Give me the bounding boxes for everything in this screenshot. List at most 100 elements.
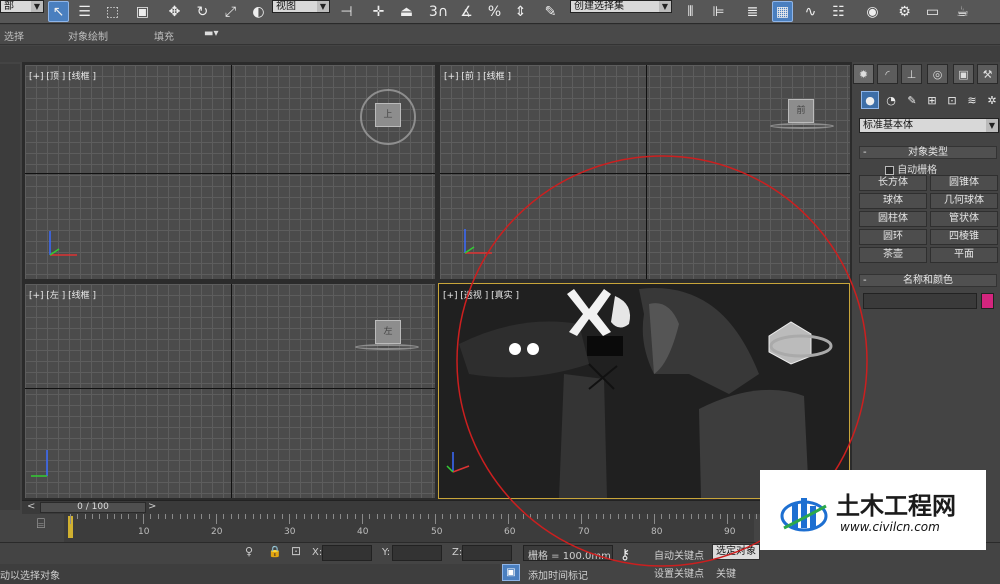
keyboard-shortcut-icon[interactable]: ⏏ — [396, 1, 417, 22]
view-ref-icon[interactable]: ◐ — [248, 1, 269, 22]
ribbon-options-icon[interactable]: ▬▾ — [204, 28, 218, 39]
align-icon[interactable]: ⊫ — [708, 1, 729, 22]
reference-coord-dropdown[interactable]: 视图 ▼ — [272, 0, 330, 13]
viewport-perspective[interactable]: [+] [透视 ] [真实 ] — [438, 283, 850, 499]
render-frame-icon[interactable]: ▭ — [922, 1, 943, 22]
percent-snap-icon[interactable]: % — [484, 1, 505, 22]
object-name-input[interactable] — [863, 293, 977, 309]
graphite-icon[interactable]: ▦ — [772, 1, 793, 22]
track-tick — [77, 514, 79, 519]
window-crossing-icon[interactable]: ▣ — [132, 1, 153, 22]
key-filters-button[interactable]: 关键 — [716, 565, 736, 580]
object-color-swatch[interactable] — [981, 293, 994, 309]
utilities-tab-icon[interactable]: ⚒ — [977, 64, 998, 84]
layer-icon[interactable]: ≣ — [742, 1, 763, 22]
left-tool-strip[interactable] — [0, 64, 20, 510]
time-slider-thumb[interactable]: 0 / 100 — [40, 502, 146, 513]
shapes-icon[interactable]: ◔ — [882, 91, 900, 109]
angle-snap-icon[interactable]: ∡ — [456, 1, 477, 22]
select-arrow-icon[interactable]: ↖ — [48, 1, 69, 22]
time-slider[interactable]: < 0 / 100 > — [22, 500, 852, 514]
rect-region-icon[interactable]: ⬚ — [102, 1, 123, 22]
named-selection-dropdown[interactable]: 创建选择集 ▼ — [570, 0, 672, 13]
hierarchy-tab-icon[interactable]: ⊥ — [901, 64, 922, 84]
track-tick — [675, 514, 677, 519]
viewcube-icon[interactable]: 左 — [375, 320, 401, 344]
box-button[interactable]: 长方体 — [859, 175, 927, 191]
cameras-icon[interactable]: ⊞ — [923, 91, 941, 109]
curve-editor-icon[interactable]: ∿ — [800, 1, 821, 22]
ribbon-tab-populate[interactable]: 填充 — [154, 28, 174, 43]
viewcube-icon[interactable]: 上 — [375, 103, 401, 127]
teapot-button[interactable]: 茶壶 — [859, 247, 927, 263]
helpers-icon[interactable]: ⊡ — [943, 91, 961, 109]
move-icon[interactable]: ✥ — [164, 1, 185, 22]
viewport-left-label[interactable]: [+] [左 ] [线框 ] — [29, 288, 96, 301]
cylinder-button[interactable]: 圆柱体 — [859, 211, 927, 227]
object-type-rollout-header[interactable]: - 对象类型 — [859, 146, 997, 159]
ribbon-tab-object-paint[interactable]: 对象绘制 — [68, 28, 108, 43]
ribbon-tab-select[interactable]: 选择 — [4, 28, 24, 43]
display-tab-icon[interactable]: ▣ — [953, 64, 974, 84]
viewport-front-label[interactable]: [+] [前 ] [线框 ] — [444, 69, 511, 82]
set-key-mode-icon[interactable]: ⚷ — [620, 547, 630, 563]
track-tick — [515, 514, 517, 519]
render-icon[interactable]: ☕ — [952, 1, 973, 22]
x-coordinate-field[interactable] — [322, 545, 372, 561]
spinner-snap-icon[interactable]: ⇕ — [510, 1, 531, 22]
schematic-icon[interactable]: ☷ — [828, 1, 849, 22]
spacewarps-icon[interactable]: ≋ — [963, 91, 981, 109]
track-tick — [70, 514, 71, 524]
selected-dropdown[interactable]: 选定对象 — [712, 544, 760, 560]
time-tag-icon[interactable]: ▣ — [502, 564, 520, 581]
z-coordinate-field[interactable] — [462, 545, 512, 561]
name-color-rollout-header[interactable]: - 名称和颜色 — [859, 274, 997, 287]
sphere-button[interactable]: 球体 — [859, 193, 927, 209]
add-time-tag-button[interactable]: 添加时间标记 — [528, 567, 588, 582]
scale-icon[interactable]: ⤢ — [220, 1, 241, 22]
isolate-icon[interactable]: ♀ — [245, 545, 253, 558]
mirror-icon[interactable]: ⫴ — [680, 1, 701, 22]
time-next-button[interactable]: > — [148, 501, 156, 512]
y-coordinate-field[interactable] — [392, 545, 442, 561]
edit-named-sel-icon[interactable]: ✎ — [540, 1, 561, 22]
set-key-button[interactable]: 设置关键点 — [654, 565, 704, 580]
track-tick — [362, 514, 363, 524]
cone-button[interactable]: 圆锥体 — [930, 175, 998, 191]
motion-tab-icon[interactable]: ◎ — [927, 64, 948, 84]
viewport-top-label[interactable]: [+] [顶 ] [线框 ] — [29, 69, 96, 82]
lights-icon[interactable]: ✎ — [903, 91, 921, 109]
time-prev-button[interactable]: < — [27, 501, 35, 512]
category-dropdown[interactable]: 标准基本体 ▼ — [859, 118, 999, 133]
autogrid-checkbox[interactable]: 自动栅格 — [885, 161, 937, 176]
viewport-left[interactable]: [+] [左 ] [线框 ] 左 — [24, 283, 436, 499]
geosphere-button[interactable]: 几何球体 — [930, 193, 998, 209]
viewcube-icon[interactable]: 前 — [788, 99, 814, 123]
viewport-top[interactable]: [+] [顶 ] [线框 ] 上 — [24, 64, 436, 280]
tube-button[interactable]: 管状体 — [930, 211, 998, 227]
modify-tab-icon[interactable]: ◜ — [877, 64, 898, 84]
material-editor-icon[interactable]: ◉ — [862, 1, 883, 22]
select-manipulate-icon[interactable]: ✛ — [368, 1, 389, 22]
create-tab-icon[interactable]: ✹ — [853, 64, 874, 84]
layer-dropdown[interactable]: 部 ▼ — [0, 0, 44, 13]
geometry-icon[interactable]: ● — [861, 91, 879, 109]
rotate-icon[interactable]: ↻ — [192, 1, 213, 22]
pivot-icon[interactable]: ⊣ — [336, 1, 357, 22]
absolute-mode-icon[interactable]: ⊡ — [291, 544, 301, 558]
torus-button[interactable]: 圆环 — [859, 229, 927, 245]
pyramid-button[interactable]: 四棱锥 — [930, 229, 998, 245]
mini-curve-editor-icon[interactable]: ⌸ — [30, 516, 52, 538]
checkbox-box[interactable] — [885, 165, 894, 175]
object-type-title: 对象类型 — [908, 147, 948, 158]
systems-icon[interactable]: ✲ — [983, 91, 1000, 109]
select-by-name-icon[interactable]: ☰ — [74, 1, 95, 22]
track-bar[interactable]: 10 20 30 40 50 60 70 80 90 — [64, 514, 765, 542]
snap-3-icon[interactable]: 3 ∩ — [428, 1, 449, 22]
track-tick — [179, 514, 181, 519]
plane-button[interactable]: 平面 — [930, 247, 998, 263]
viewport-front[interactable]: [+] [前 ] [线框 ] 前 — [439, 64, 851, 280]
render-setup-icon[interactable]: ⚙ — [894, 1, 915, 22]
auto-key-button[interactable]: 自动关键点 — [654, 547, 704, 562]
lock-icon[interactable]: 🔒 — [268, 545, 282, 558]
